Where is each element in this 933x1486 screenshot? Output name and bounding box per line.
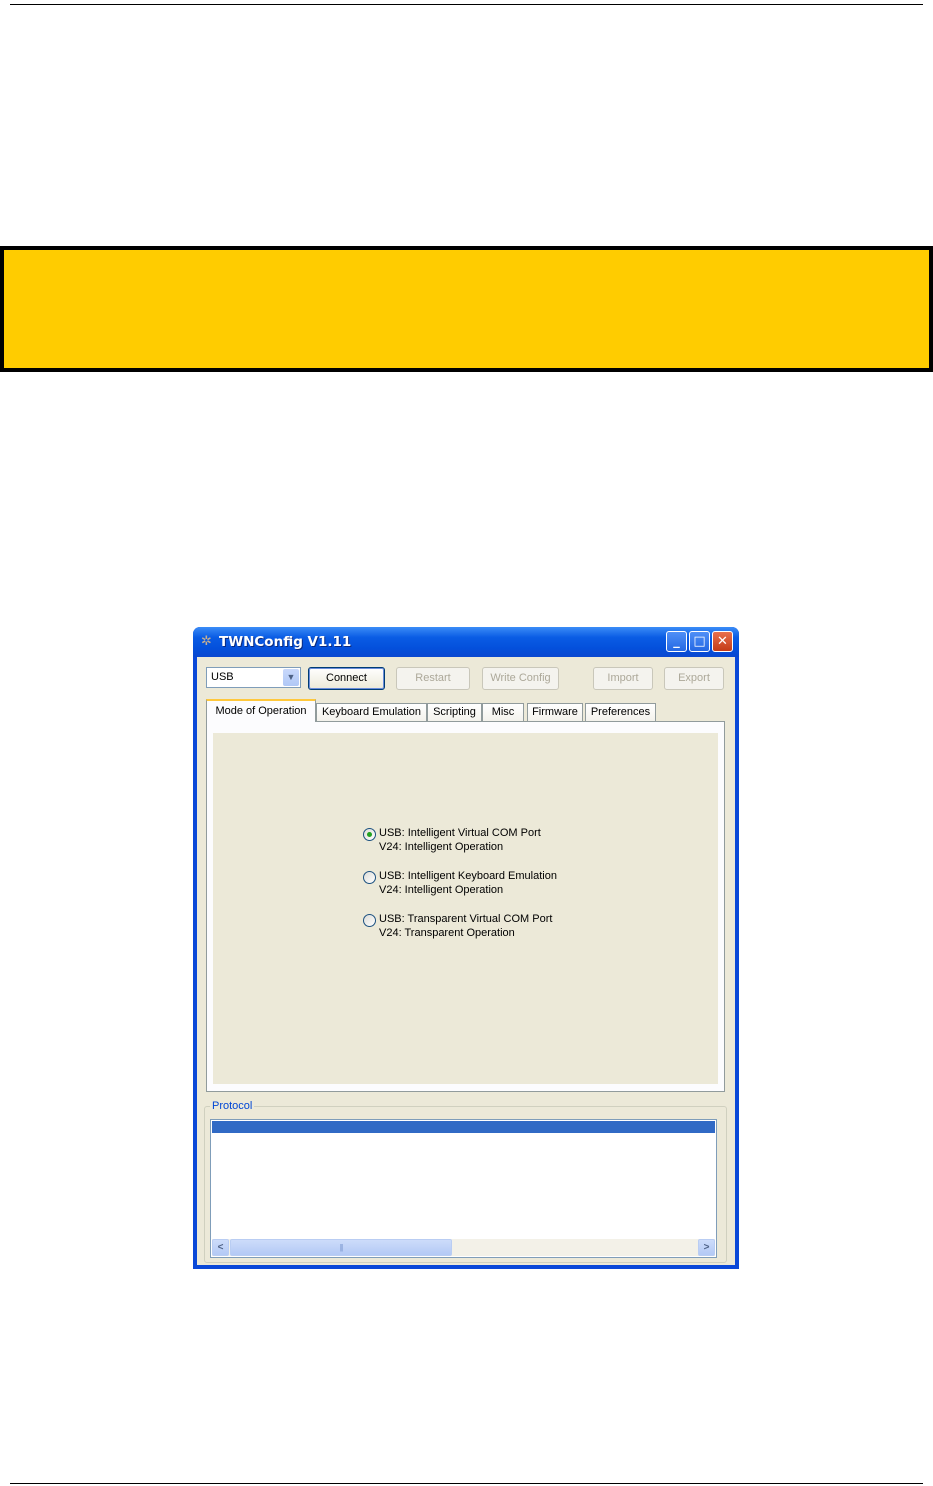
- tab-preferences[interactable]: Preferences: [585, 703, 656, 721]
- chevron-down-icon[interactable]: ▼: [283, 669, 299, 686]
- horizontal-scrollbar[interactable]: < ||| >: [212, 1239, 715, 1256]
- radio-button[interactable]: [363, 914, 376, 927]
- maximize-button[interactable]: □: [689, 631, 710, 652]
- minimize-icon: _: [673, 634, 680, 649]
- mode-options-area: USB: Intelligent Virtual COM Port V24: I…: [213, 733, 718, 1084]
- mode-option-v24: V24: Intelligent Operation: [379, 841, 504, 853]
- radio-selected-dot: [367, 832, 372, 837]
- radio-button[interactable]: [363, 871, 376, 884]
- scroll-right-button[interactable]: >: [698, 1239, 715, 1256]
- warning-box: [0, 246, 933, 372]
- radio-button[interactable]: [363, 828, 376, 841]
- close-button[interactable]: ✕: [712, 631, 733, 652]
- protocol-group: Protocol < ||| >: [204, 1100, 727, 1263]
- port-select-value: USB: [211, 671, 234, 683]
- write-config-button[interactable]: Write Config: [482, 667, 559, 690]
- mode-of-operation-panel: USB: Intelligent Virtual COM Port V24: I…: [206, 721, 725, 1092]
- protocol-label: Protocol: [210, 1100, 255, 1113]
- tab-misc[interactable]: Misc: [482, 703, 524, 721]
- twnconfig-window: ✲ TWNConfig V1.11 _ □ ✕ USB ▼ Connect Re…: [193, 627, 739, 1269]
- close-icon: ✕: [717, 634, 728, 649]
- tab-mode-of-operation[interactable]: Mode of Operation: [206, 699, 316, 722]
- mode-option-usb: USB: Intelligent Keyboard Emulation: [379, 870, 557, 882]
- mode-option-usb: USB: Intelligent Virtual COM Port: [379, 827, 541, 839]
- import-button[interactable]: Import: [593, 667, 653, 690]
- mode-option-usb: USB: Transparent Virtual COM Port: [379, 913, 553, 925]
- scroll-left-button[interactable]: <: [212, 1239, 229, 1256]
- selected-log-row[interactable]: [212, 1121, 715, 1133]
- page-top-rule: [10, 4, 923, 5]
- maximize-icon: □: [693, 634, 706, 649]
- title-bar[interactable]: ✲ TWNConfig V1.11 _ □ ✕: [193, 627, 739, 657]
- window-client-area: USB ▼ Connect Restart Write Config Impor…: [197, 657, 735, 1265]
- tab-keyboard-emulation[interactable]: Keyboard Emulation: [316, 703, 427, 721]
- mode-option-v24: V24: Intelligent Operation: [379, 884, 504, 896]
- page-bottom-rule: [10, 1483, 923, 1484]
- app-icon: ✲: [201, 634, 212, 649]
- window-title: TWNConfig V1.11: [219, 634, 352, 650]
- protocol-log[interactable]: < ||| >: [210, 1119, 717, 1258]
- restart-button[interactable]: Restart: [396, 667, 470, 690]
- export-button[interactable]: Export: [664, 667, 724, 690]
- mode-option-v24: V24: Transparent Operation: [379, 927, 515, 939]
- scrollbar-thumb[interactable]: |||: [230, 1239, 452, 1256]
- tab-scripting[interactable]: Scripting: [427, 703, 482, 721]
- connect-button[interactable]: Connect: [308, 667, 385, 690]
- minimize-button[interactable]: _: [666, 631, 687, 652]
- port-select[interactable]: USB ▼: [206, 667, 301, 688]
- tab-firmware[interactable]: Firmware: [527, 703, 583, 721]
